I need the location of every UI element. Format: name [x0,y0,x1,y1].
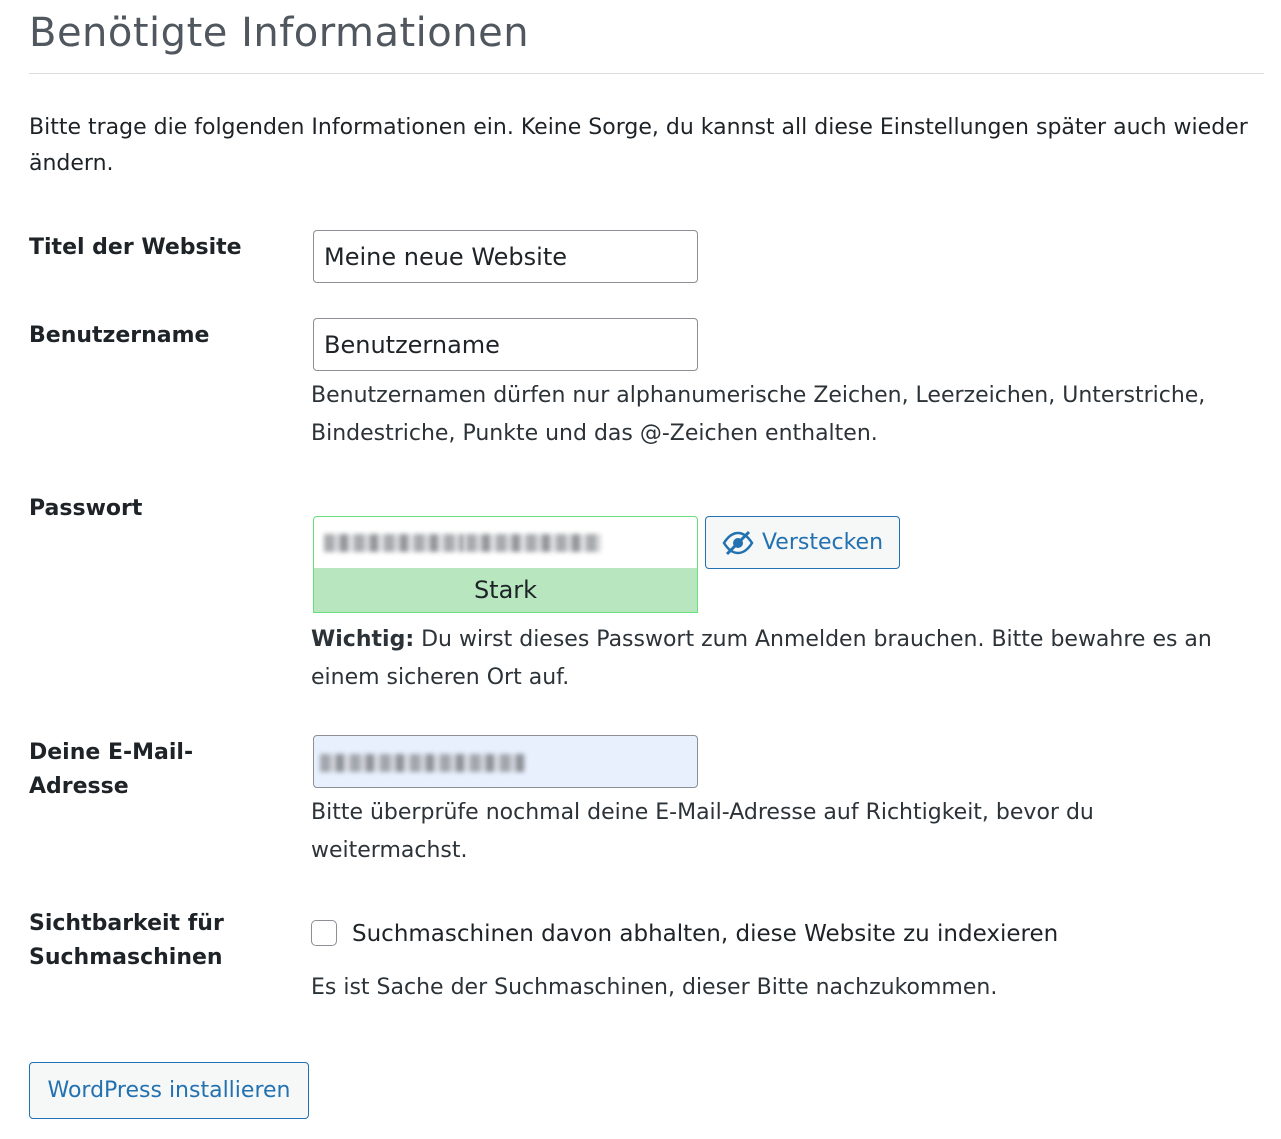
site-title-label: Titel der Website [29,235,242,260]
page-title: Benötigte Informationen [29,10,530,56]
email-input[interactable] [313,735,698,788]
password-strength-indicator: Stark [313,568,698,613]
email-description: Bitte überprüfe nochmal deine E-Mail-Adr… [311,800,1094,863]
title-divider [29,73,1264,74]
password-input[interactable] [313,516,698,569]
password-mask [466,534,601,552]
username-input[interactable] [313,318,698,371]
hide-password-label: Verstecken [761,530,884,555]
username-label: Benutzername [29,323,210,348]
password-notice: Wichtig: Du wirst dieses Passwort zum An… [311,621,1251,697]
password-notice-text: Du wirst dieses Passwort zum Anmelden br… [311,627,1212,690]
discourage-search-checkbox[interactable] [311,920,337,946]
password-label: Passwort [29,496,143,521]
password-mask [324,534,464,552]
intro-text: Bitte trage die folgenden Informationen … [29,115,1248,176]
email-label: Deine E-Mail-Adresse [29,740,194,799]
email-mask [320,754,525,772]
eye-slash-icon [722,530,754,556]
search-visibility-label: Sichtbarkeit für Suchmaschinen [29,911,224,970]
discourage-search-label[interactable]: Suchmaschinen davon abhalten, diese Webs… [352,915,1058,953]
site-title-input[interactable] [313,230,698,283]
search-visibility-description: Es ist Sache der Suchmaschinen, dieser B… [311,975,998,1000]
password-notice-important: Wichtig: [311,627,415,652]
username-description: Benutzernamen dürfen nur alphanumerische… [311,383,1206,446]
hide-password-button[interactable]: Verstecken [705,516,900,569]
install-wordpress-button[interactable]: WordPress installieren [29,1062,309,1119]
